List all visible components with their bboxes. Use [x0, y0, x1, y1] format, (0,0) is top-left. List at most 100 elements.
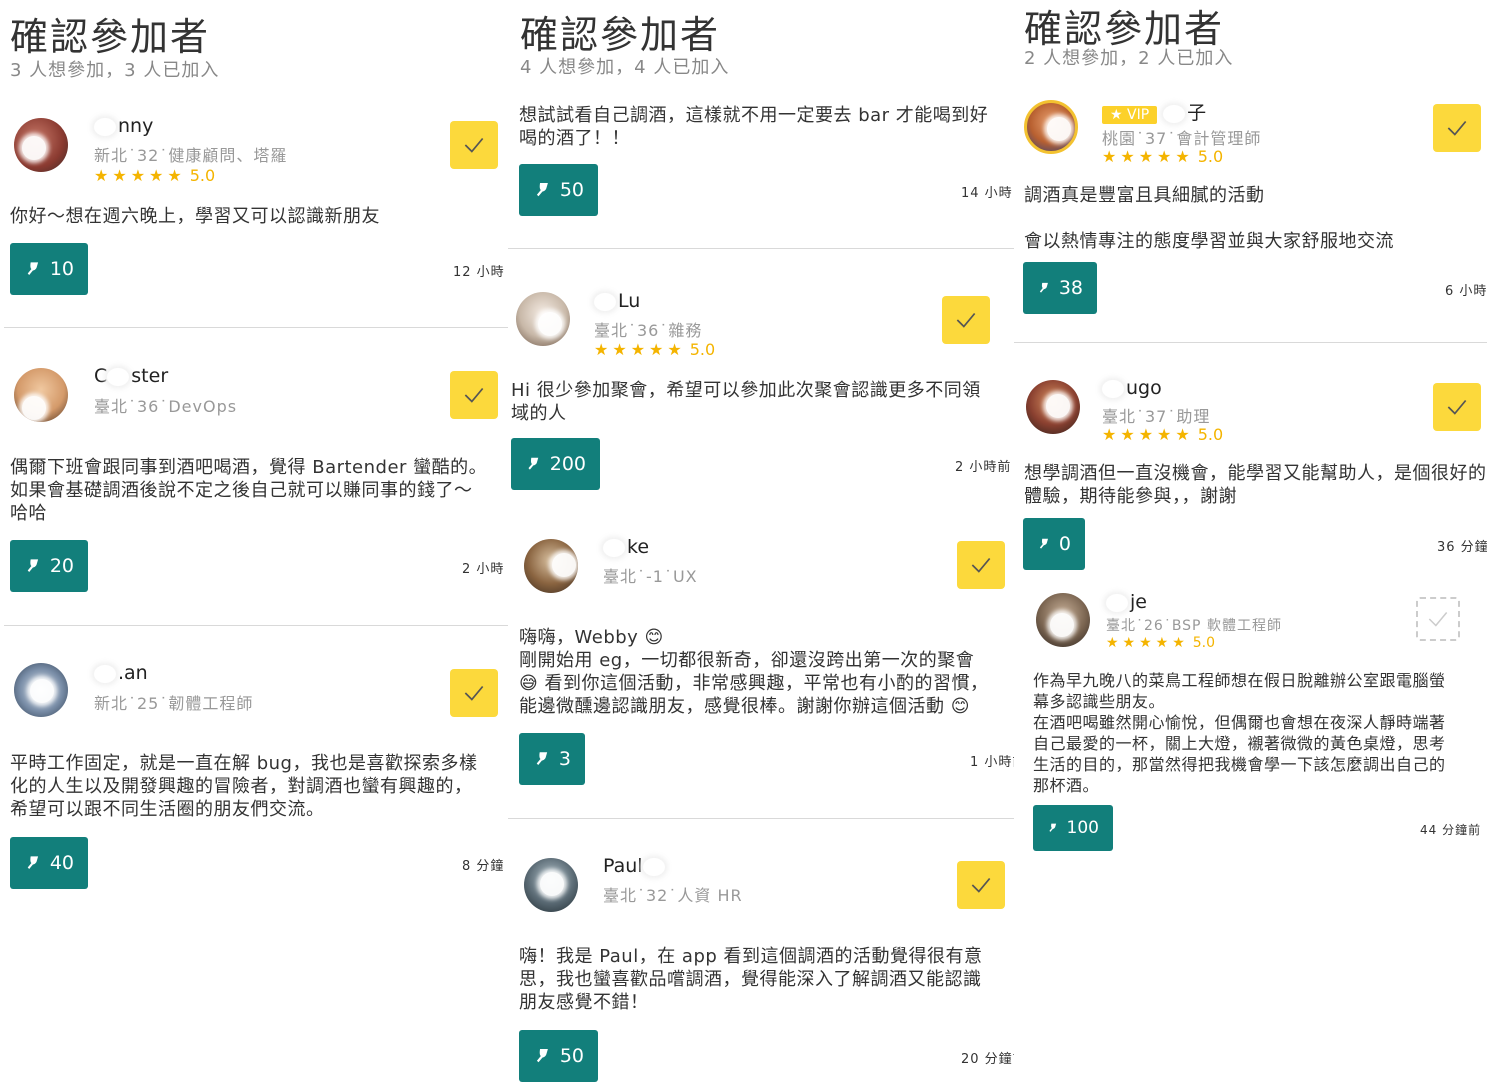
timestamp: 2 小時	[462, 562, 505, 577]
avatar[interactable]	[14, 663, 68, 717]
approve-checkbox[interactable]	[450, 121, 498, 169]
check-icon	[464, 137, 484, 153]
divider	[4, 625, 508, 626]
check-icon	[1428, 612, 1448, 627]
divider	[4, 327, 508, 328]
avatar[interactable]	[516, 292, 570, 346]
participant-meta: 臺北˙26˙BSP 軟體工程師	[1106, 618, 1282, 634]
timestamp: 14 小時	[961, 186, 1013, 201]
divider	[508, 818, 1014, 819]
check-icon	[1447, 120, 1467, 136]
participant-message: 你好～想在週六晚上，學習又可以認識新朋友	[10, 206, 380, 227]
rating-stars: ★★★★★ 5.0	[1102, 147, 1224, 166]
vip-badge: ★ VIP	[1102, 106, 1158, 124]
participant-meta: 臺北˙32˙人資 HR	[603, 886, 743, 905]
divider	[1014, 342, 1487, 343]
timestamp: 36 分鐘	[1437, 540, 1487, 555]
participant-meta: 臺北˙36˙DevOps	[94, 397, 238, 416]
page-subtitle: 4 人想參加，4 人已加入	[520, 57, 730, 78]
avatar[interactable]	[14, 118, 68, 172]
vote-button[interactable]: 38	[1023, 262, 1097, 314]
panel-2: 確認參加者 4 人想參加，4 人已加入 想試試看自己調酒，這樣就不用一定要去 b…	[508, 0, 1014, 1082]
rating-stars: ★★★★★ 5.0	[594, 340, 716, 359]
rating-stars: ★★★★★ 5.0	[1106, 635, 1216, 651]
approve-checkbox[interactable]	[957, 541, 1005, 589]
participant-name[interactable]: nny	[94, 115, 153, 137]
wine-glass-icon	[27, 262, 39, 275]
check-icon	[464, 685, 484, 701]
wine-glass-icon	[1049, 823, 1057, 832]
participant-message: 作為早九晚八的菜鳥工程師想在假日脫離辦公室跟電腦螢 幕多認識些朋友。 在酒吧喝雖…	[1033, 671, 1446, 795]
participant-name[interactable]: ke	[603, 536, 649, 558]
vote-button[interactable]: 10	[10, 243, 88, 295]
wine-glass-icon	[27, 559, 39, 572]
approve-checkbox[interactable]	[942, 296, 990, 344]
timestamp: 8 分鐘	[462, 859, 505, 874]
approve-checkbox[interactable]	[957, 861, 1005, 909]
avatar[interactable]	[524, 858, 578, 912]
approve-checkbox[interactable]	[450, 669, 498, 717]
vote-button[interactable]: 3	[519, 733, 585, 785]
approve-checkbox[interactable]	[1416, 597, 1460, 641]
participant-message: 偶爾下班會跟同事到酒吧喝酒，覺得 Bartender 蠻酷的。 如果會基礎調酒後…	[10, 457, 488, 524]
panel-1: 確認參加者 3 人想參加，3 人已加入 nny 新北˙32˙健康顧問、塔羅 ★★…	[0, 0, 508, 1082]
avatar[interactable]	[14, 368, 68, 422]
avatar[interactable]	[1024, 100, 1078, 154]
check-icon	[971, 877, 991, 893]
timestamp: 1 小時前	[970, 755, 1014, 770]
participant-name[interactable]: Lu	[594, 290, 640, 312]
approve-checkbox[interactable]	[1433, 104, 1481, 152]
participant-message: 調酒真是豐富且具細膩的活動 會以熱情專注的態度學習並與大家舒服地交流	[1024, 185, 1394, 252]
participant-message: Hi 很少參加聚會，希望可以參加此次聚會認識更多不同領 域的人	[511, 380, 981, 424]
timestamp: 6 小時	[1445, 284, 1487, 299]
check-icon	[464, 387, 484, 403]
participant-name[interactable]: Paul	[603, 855, 667, 877]
page-subtitle: 2 人想參加，2 人已加入	[1024, 48, 1234, 69]
approve-checkbox[interactable]	[1433, 383, 1481, 431]
page-title: 確認參加者	[520, 13, 721, 57]
participant-name[interactable]: je	[1106, 591, 1147, 613]
divider	[508, 248, 1014, 249]
vote-button[interactable]: 200	[511, 438, 600, 490]
avatar[interactable]	[1026, 380, 1080, 434]
wine-glass-icon	[536, 182, 548, 197]
participant-meta: 桃園˙37˙會計管理師	[1102, 129, 1262, 148]
check-icon	[971, 557, 991, 573]
participant-name[interactable]: ★ VIP 子	[1102, 98, 1206, 125]
timestamp: 12 小時	[453, 265, 505, 280]
page-title: 確認參加者	[10, 15, 211, 59]
participant-meta: 臺北˙37˙助理	[1102, 407, 1211, 426]
approve-checkbox[interactable]	[450, 371, 498, 419]
participant-meta: 新北˙25˙韌體工程師	[94, 694, 254, 713]
wine-glass-icon	[1039, 538, 1049, 549]
participant-name[interactable]: Cster	[94, 365, 168, 387]
vote-button[interactable]: 50	[519, 1030, 598, 1082]
participant-message: 嗨嗨，Webby 😊 剛開始用 eg，一切都很新奇，卻還沒跨出第一次的聚會 😅 …	[519, 627, 989, 717]
participant-message: 嗨！我是 Paul，在 app 看到這個調酒的活動覺得很有意 思，我也蠻喜歡品嚐…	[519, 946, 983, 1013]
timestamp: 2 小時前	[955, 460, 1012, 475]
rating-stars: ★★★★★ 5.0	[1102, 425, 1224, 444]
avatar[interactable]	[524, 539, 578, 593]
vote-button[interactable]: 20	[10, 540, 88, 592]
panel-3: 確認參加者 2 人想參加，2 人已加入 ★ VIP 子 桃園˙37˙會計管理師 ★…	[1014, 0, 1487, 1082]
wine-glass-icon	[27, 856, 39, 869]
participant-name[interactable]: ugo	[1102, 377, 1162, 399]
participant-message: 想學調酒但一直沒機會，能學習又能幫助人，是個很好的 體驗，期待能參與，，謝謝	[1024, 463, 1487, 507]
participant-message: 平時工作固定，就是一直在解 bug，我也是喜歡探索多樣 化的人生以及開發興趣的冒…	[10, 753, 478, 820]
vote-button[interactable]: 40	[10, 837, 88, 889]
avatar[interactable]	[1036, 593, 1090, 647]
vote-button[interactable]: 50	[519, 164, 598, 216]
wine-glass-icon	[528, 457, 539, 470]
wine-glass-icon	[1039, 282, 1048, 293]
check-icon	[1447, 399, 1467, 415]
wine-glass-icon	[536, 1048, 548, 1063]
wine-glass-icon	[536, 752, 548, 765]
participant-meta: 新北˙32˙健康顧問、塔羅	[94, 146, 288, 165]
participant-meta: 臺北˙36˙雜務	[594, 321, 703, 340]
check-icon	[956, 312, 976, 328]
participant-name[interactable]: .an	[94, 662, 148, 684]
timestamp: 44 分鐘前	[1420, 823, 1482, 837]
vote-button[interactable]: 0	[1023, 518, 1085, 570]
vote-button[interactable]: 100	[1033, 805, 1113, 851]
participant-message: 想試試看自己調酒，這樣就不用一定要去 bar 才能喝到好 喝的酒了！！	[519, 105, 989, 149]
